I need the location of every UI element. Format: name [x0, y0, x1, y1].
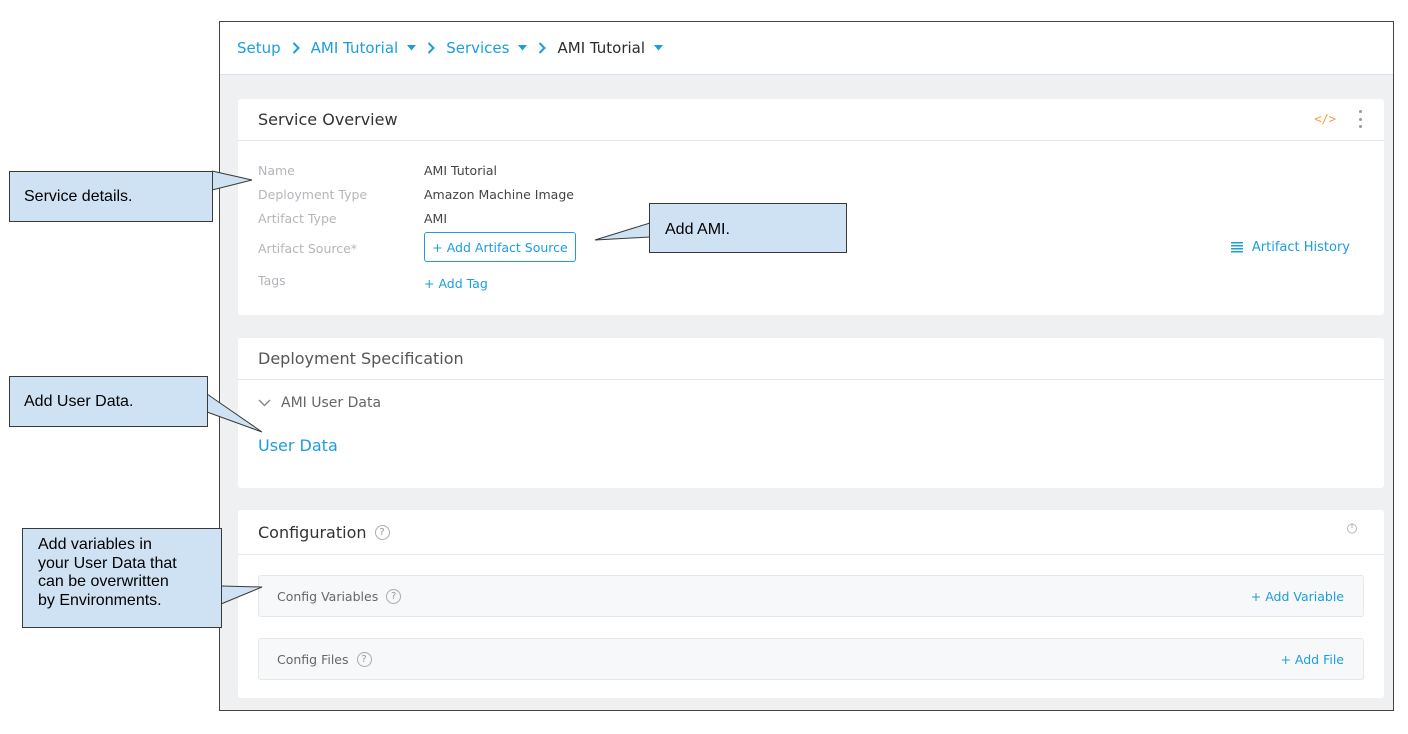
service-overview-title: Service Overview </> — [238, 99, 1384, 141]
ami-user-data-toggle[interactable]: AMI User Data — [258, 395, 381, 411]
tags-label: Tags — [258, 273, 286, 288]
callout-text-line: can be overwritten — [38, 573, 169, 590]
config-variables-label: Config Variables — [277, 588, 379, 604]
callout-add-ami: Add AMI. — [649, 203, 847, 253]
config-files-label: Config Files — [277, 651, 349, 667]
artifact-type-value: AMI — [424, 211, 448, 226]
config-files-panel: Config Files ? + Add File — [258, 638, 1364, 680]
config-variables-panel: Config Variables ? + Add Variable — [258, 575, 1364, 617]
chevron-right-icon — [538, 42, 547, 54]
code-icon[interactable]: </> — [1314, 112, 1336, 126]
deployment-specification-title: Deployment Specification — [238, 338, 1384, 380]
caret-down-icon[interactable] — [518, 45, 528, 51]
callout-text: Add AMI. — [665, 221, 730, 238]
callout-text-line: your User Data that — [38, 554, 177, 572]
artifact-history-link[interactable]: Artifact History — [1230, 240, 1350, 255]
breadcrumb-setup[interactable]: Setup — [237, 39, 281, 57]
caret-down-icon[interactable] — [654, 45, 664, 51]
help-icon[interactable]: ? — [374, 524, 390, 540]
add-file-button[interactable]: + Add File — [1280, 652, 1344, 667]
deployment-type-label: Deployment Type — [258, 187, 368, 202]
app-window: Setup AMI Tutorial Services AMI Tutorial… — [219, 21, 1394, 711]
artifact-history-label: Artifact History — [1251, 240, 1350, 255]
deployment-specification-card: Deployment Specification AMI User Data U… — [238, 338, 1384, 488]
add-variable-button[interactable]: + Add Variable — [1251, 589, 1344, 604]
breadcrumb-services[interactable]: Services — [446, 39, 509, 57]
name-label: Name — [258, 163, 295, 178]
configuration-title: Configuration ? — [238, 510, 1384, 555]
callout-service-details: Service details. — [9, 171, 213, 222]
user-data-link[interactable]: User Data — [258, 436, 338, 455]
name-value: AMI Tutorial — [424, 163, 497, 178]
breadcrumb-current: AMI Tutorial — [557, 39, 646, 57]
ami-user-data-label: AMI User Data — [281, 395, 382, 411]
add-artifact-source-button[interactable]: + Add Artifact Source — [424, 232, 576, 262]
add-tag-link[interactable]: + Add Tag — [424, 276, 488, 291]
deployment-type-value: Amazon Machine Image — [424, 187, 574, 202]
callout-text-line: Add variables in — [38, 536, 152, 553]
artifact-type-label: Artifact Type — [258, 211, 337, 226]
caret-down-icon[interactable] — [407, 45, 417, 51]
help-icon[interactable]: ? — [356, 651, 372, 667]
power-icon[interactable] — [1346, 522, 1358, 534]
more-options-icon[interactable] — [1358, 110, 1362, 128]
card-title: Service Overview — [258, 110, 398, 129]
breadcrumb-app[interactable]: AMI Tutorial — [311, 39, 399, 57]
card-title: Deployment Specification — [258, 349, 464, 368]
list-icon — [1230, 242, 1243, 253]
artifact-source-label: Artifact Source* — [258, 241, 358, 256]
callout-text: Add User Data. — [24, 392, 134, 410]
callout-text-line: by Environments. — [38, 591, 162, 609]
card-title: Configuration — [258, 522, 367, 542]
callout-add-user-data: Add User Data. — [9, 376, 208, 427]
help-icon[interactable]: ? — [386, 588, 402, 604]
chevron-right-icon — [292, 42, 300, 54]
chevron-down-icon — [258, 399, 271, 407]
chevron-right-icon — [427, 42, 436, 54]
callout-add-variables: Add variables in your User Data that can… — [22, 528, 222, 628]
configuration-card: Configuration ? Config Variables ? + Add… — [238, 510, 1384, 698]
breadcrumb: Setup AMI Tutorial Services AMI Tutorial — [220, 22, 1393, 75]
callout-text: Service details. — [24, 187, 133, 205]
